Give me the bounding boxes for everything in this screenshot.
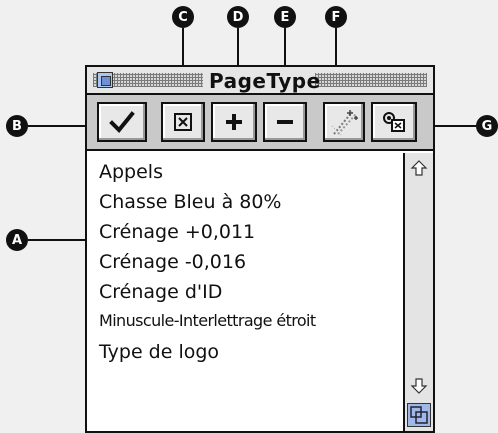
style-list[interactable]: Appels Chasse Bleu à 80% Crénage +0,011 … bbox=[87, 153, 403, 431]
screenshot-stage: C D E F B G A PageType Appels Chasse Ble… bbox=[0, 0, 498, 433]
minus-icon bbox=[277, 120, 293, 124]
list-item[interactable]: Appels bbox=[99, 161, 163, 183]
callout-b: B bbox=[6, 115, 28, 137]
window-title: PageType bbox=[209, 69, 321, 93]
callout-a-label: A bbox=[11, 232, 23, 248]
list-item[interactable]: Crénage d'ID bbox=[99, 281, 222, 303]
list-item[interactable]: Crénage +0,011 bbox=[99, 221, 255, 243]
scroll-down-arrow-icon[interactable] bbox=[408, 375, 430, 397]
list-item[interactable]: Chasse Bleu à 80% bbox=[99, 191, 281, 213]
close-box-icon[interactable] bbox=[97, 72, 113, 88]
new-button[interactable] bbox=[211, 102, 257, 142]
callout-c: C bbox=[172, 6, 194, 28]
plus-icon bbox=[226, 114, 242, 130]
magic-wand-button[interactable] bbox=[323, 102, 365, 142]
checkmark-icon bbox=[109, 111, 135, 133]
callout-b-label: B bbox=[12, 118, 22, 134]
list-item[interactable]: Type de logo bbox=[99, 341, 219, 363]
callout-f: F bbox=[325, 6, 347, 28]
scroll-up-arrow-icon[interactable] bbox=[408, 157, 430, 179]
vertical-scrollbar[interactable] bbox=[403, 153, 433, 431]
boxed-x-icon bbox=[174, 113, 192, 131]
apply-button[interactable] bbox=[97, 102, 147, 142]
callout-d-label: D bbox=[232, 9, 244, 25]
remove-style-button[interactable] bbox=[161, 102, 205, 142]
callout-g-label: G bbox=[481, 118, 493, 134]
wand-icon bbox=[331, 110, 358, 137]
options-icon bbox=[383, 112, 405, 132]
callout-c-label: C bbox=[178, 9, 188, 25]
callout-d: D bbox=[227, 6, 249, 28]
callout-f-label: F bbox=[331, 9, 341, 25]
callout-a: A bbox=[6, 229, 28, 251]
list-item[interactable]: Crénage -0,016 bbox=[99, 251, 246, 273]
edit-button[interactable] bbox=[371, 102, 417, 142]
callout-e: E bbox=[274, 6, 296, 28]
callout-e-label: E bbox=[280, 9, 290, 25]
delete-button[interactable] bbox=[263, 102, 307, 142]
list-item[interactable]: Minuscule-Interlettrage étroit bbox=[99, 311, 316, 330]
title-bar-stripes-right bbox=[315, 73, 427, 87]
pagetype-palette: PageType Appels Chasse Bleu à 80% Crénag… bbox=[85, 65, 435, 433]
resize-grow-box-icon[interactable] bbox=[407, 403, 431, 427]
toolbar bbox=[87, 95, 433, 151]
callout-g: G bbox=[476, 115, 498, 137]
title-bar[interactable]: PageType bbox=[87, 67, 433, 95]
